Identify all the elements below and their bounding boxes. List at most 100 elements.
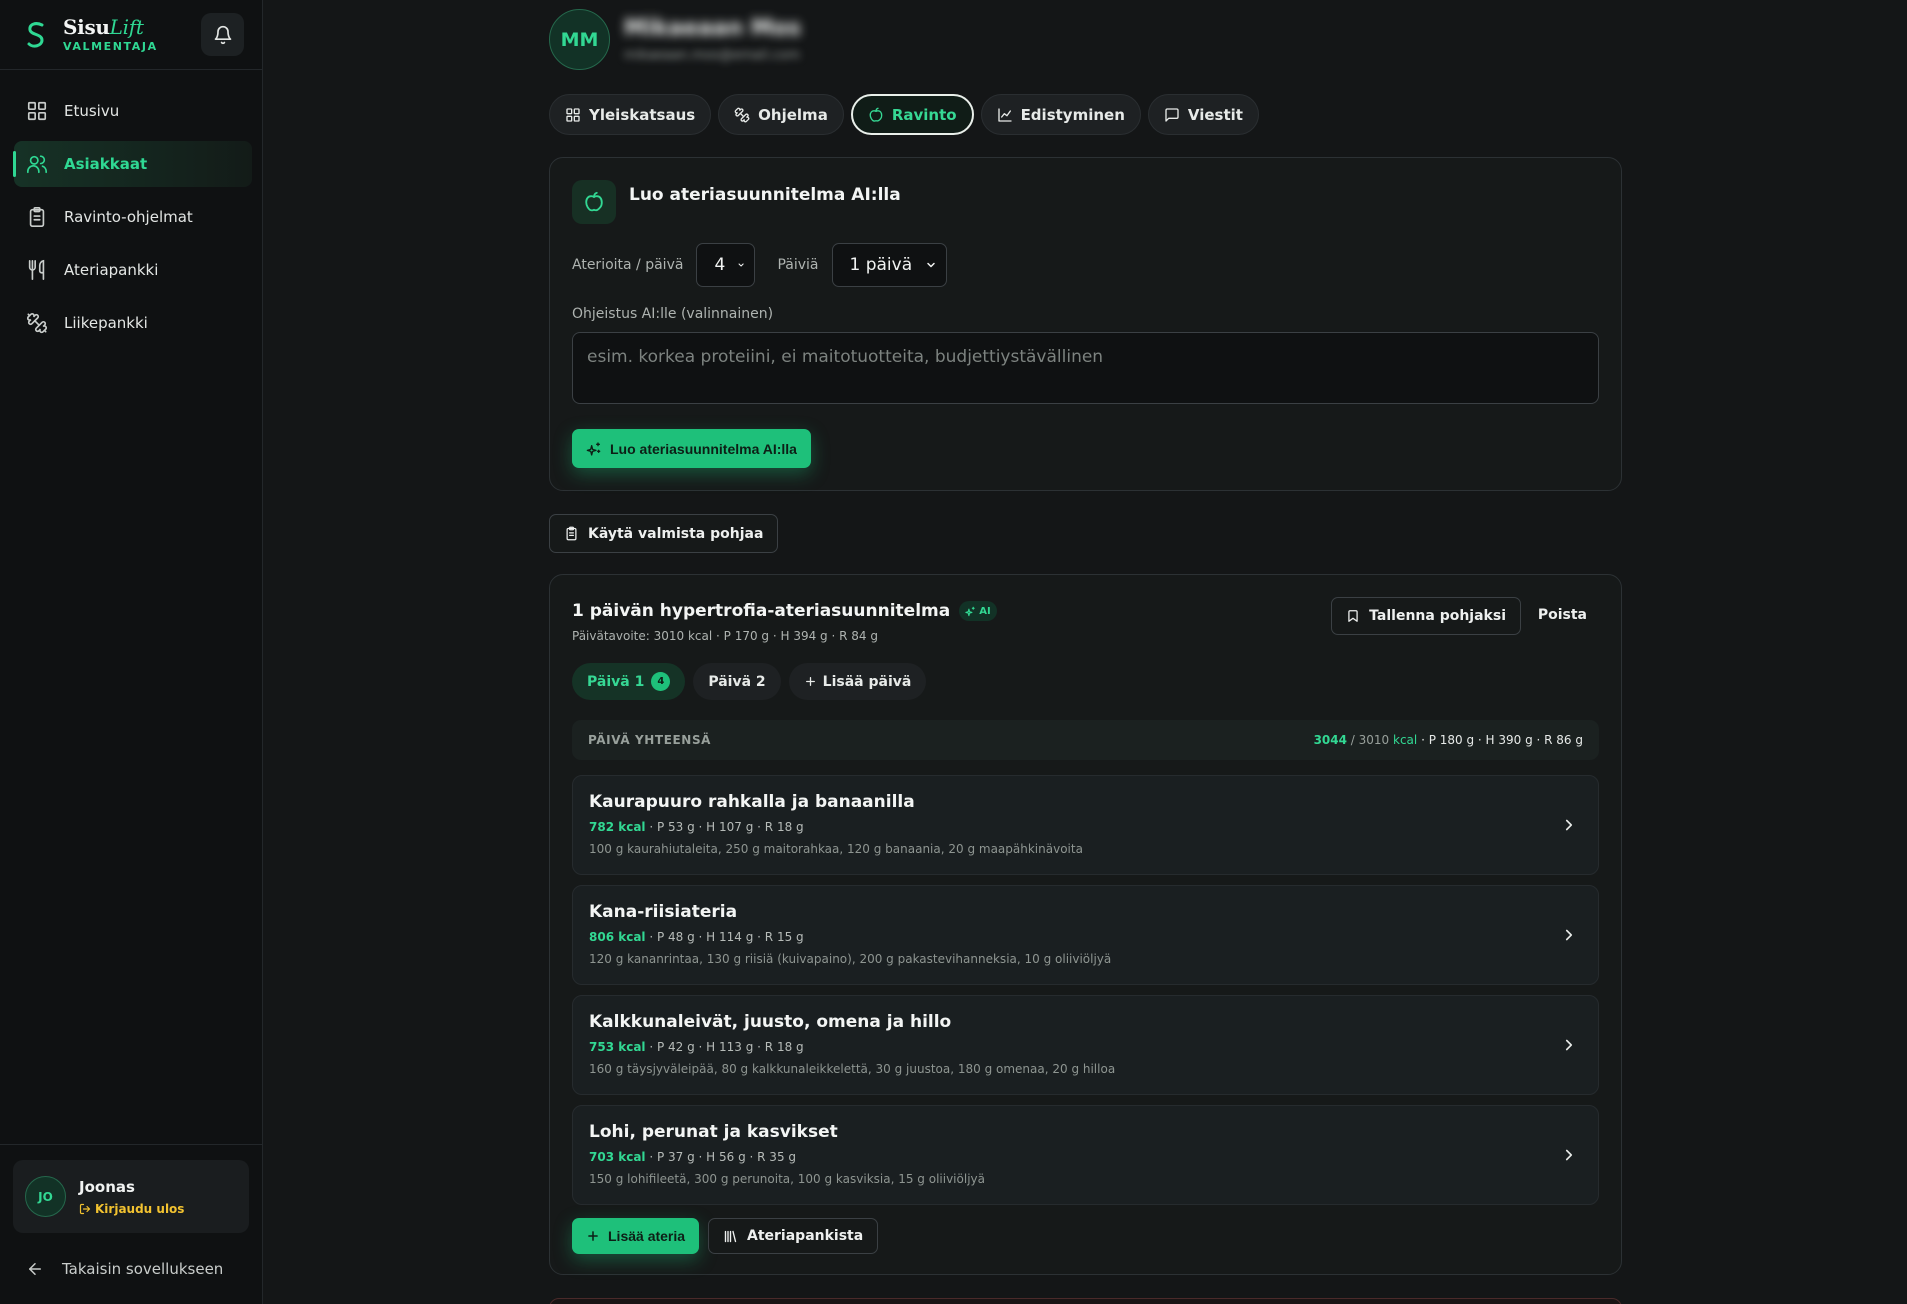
users-icon (27, 155, 47, 174)
meal-count-badge: 4 (651, 672, 671, 691)
brand-subtitle: VALMENTAJA (63, 40, 158, 53)
tab-ohjelma[interactable]: Ohjelma (718, 94, 844, 135)
client-tabs: Yleiskatsaus Ohjelma Ravinto Edistyminen… (549, 94, 1259, 135)
brand: SisuLift VALMENTAJA (0, 0, 262, 70)
day-total-bar: PÄIVÄ YHTEENSÄ 3044 / 3010 kcal · P 180 … (572, 720, 1599, 760)
avatar: JO (25, 1176, 66, 1217)
meal-macros: 806 kcal · P 48 g · H 114 g · R 15 g (589, 930, 804, 944)
meal-ingredients: 150 g lohifileetä, 300 g perunoita, 100 … (589, 1172, 985, 1186)
tab-day-1[interactable]: Päivä 1 4 (572, 663, 686, 700)
clipboard-icon (29, 207, 45, 227)
bell-icon (214, 25, 231, 44)
meal-macros: 703 kcal · P 37 g · H 56 g · R 35 g (589, 1150, 797, 1164)
logo-icon (27, 21, 44, 48)
meal-name: Kalkkunaleivät, juusto, omena ja hillo (589, 1012, 952, 1032)
brand-name: SisuLift (63, 15, 144, 39)
tab-viestit[interactable]: Viestit (1147, 94, 1259, 135)
user-card: JO Joonas Kirjaudu ulos (13, 1160, 249, 1233)
meal-macros: 782 kcal · P 53 g · H 107 g · R 18 g (589, 820, 804, 834)
day-total-values: 3044 / 3010 kcal · P 180 g · H 390 g · R… (1313, 733, 1583, 747)
ai-generator-title: Luo ateriasuunnitelma AI:lla (629, 185, 901, 205)
tab-edistyminen[interactable]: Edistyminen (980, 94, 1141, 135)
meal-item[interactable]: Kana-riisiateria 806 kcal · P 48 g · H 1… (572, 885, 1599, 985)
sidebar-item-label: Ateriapankki (64, 261, 159, 279)
library-icon (724, 1230, 737, 1242)
plan-title: 1 päivän hypertrofia-ateriasuunnitelma (572, 601, 951, 621)
grid-icon (27, 101, 47, 121)
ai-prompt-label: Ohjeistus AI:lle (valinnainen) (572, 306, 774, 322)
arrow-left-icon (29, 1263, 41, 1275)
sidebar-item-label: Liikepankki (64, 314, 148, 332)
meal-macros: 753 kcal · P 42 g · H 113 g · R 18 g (589, 1040, 804, 1054)
meal-name: Lohi, perunat ja kasvikset (589, 1122, 838, 1142)
chevron-right-icon (1565, 929, 1573, 941)
days-select[interactable]: 1 päivä (831, 243, 947, 287)
sparkles-icon (965, 606, 975, 616)
dumbbell-icon (734, 107, 750, 122)
add-day-button[interactable]: Lisää päivä (788, 663, 927, 700)
tab-day-2[interactable]: Päivä 2 (693, 663, 781, 700)
logout-button[interactable]: Kirjaudu ulos (79, 1202, 184, 1216)
sidebar-nav: Etusivu Asiakkaat Ravinto-ohjelmat Ateri… (0, 70, 262, 346)
meal-name: Kaurapuuro rahkalla ja banaanilla (589, 792, 915, 812)
bookmark-icon (1348, 610, 1358, 622)
chevron-right-icon (1565, 1149, 1573, 1161)
meal-ingredients: 160 g täysjyväleipää, 80 g kalkkunaleikk… (589, 1062, 1116, 1076)
daily-target: Päivätavoite: 3010 kcal · P 170 g · H 39… (572, 629, 878, 643)
meal-plan-card: 1 päivän hypertrofia-ateriasuunnitelma A… (549, 574, 1622, 1275)
client-avatar: MM (549, 9, 610, 70)
tab-ravinto[interactable]: Ravinto (850, 94, 974, 135)
sidebar-item-asiakkaat[interactable]: Asiakkaat (13, 141, 252, 187)
meals-per-day-select[interactable]: 4 (696, 243, 756, 287)
save-as-template-button[interactable]: Tallenna pohjaksi (1331, 597, 1521, 635)
utensils-icon (28, 259, 45, 280)
delete-plan-button[interactable]: Poista (1538, 607, 1587, 623)
meal-item[interactable]: Kalkkunaleivät, juusto, omena ja hillo 7… (572, 995, 1599, 1095)
chevron-down-icon (738, 263, 744, 267)
plus-icon (588, 1231, 598, 1241)
ai-meal-plan-generator: Luo ateriasuunnitelma AI:lla Aterioita /… (549, 157, 1622, 491)
user-name: Joonas (79, 1177, 135, 1196)
sidebar-item-label: Asiakkaat (64, 155, 148, 173)
sparkles-icon (586, 441, 601, 456)
clipboard-icon (566, 526, 577, 541)
days-label: Päiviä (777, 257, 819, 273)
dumbbell-icon (27, 313, 47, 334)
sidebar-item-label: Ravinto-ohjelmat (64, 208, 193, 226)
back-to-app-link[interactable]: Takaisin sovellukseen (26, 1260, 262, 1278)
chevron-down-icon (926, 262, 935, 268)
sidebar: SisuLift VALMENTAJA Etusivu Asiakkaat Ra… (0, 0, 263, 1304)
sidebar-item-liikepankki[interactable]: Liikepankki (14, 300, 252, 346)
add-meal-button[interactable]: Lisää ateria (572, 1218, 700, 1254)
ai-prompt-input[interactable] (572, 332, 1599, 404)
use-template-button[interactable]: Käytä valmista pohjaa (549, 514, 779, 553)
message-icon (1165, 107, 1179, 122)
chevron-right-icon (1565, 819, 1573, 831)
tab-yleiskatsaus[interactable]: Yleiskatsaus (549, 94, 712, 135)
line-chart-icon (997, 107, 1012, 122)
sidebar-item-ravinto-ohjelmat[interactable]: Ravinto-ohjelmat (14, 194, 252, 240)
meals-per-day-label: Aterioita / päivä (572, 257, 684, 273)
sidebar-footer: JO Joonas Kirjaudu ulos Takaisin sovellu… (0, 1144, 262, 1278)
sidebar-item-etusivu[interactable]: Etusivu (14, 88, 252, 134)
apple-icon (572, 180, 616, 224)
chevron-right-icon (1565, 1039, 1573, 1051)
generate-plan-button[interactable]: Luo ateriasuunnitelma AI:lla (572, 429, 811, 468)
meal-item[interactable]: Kaurapuuro rahkalla ja banaanilla 782 kc… (572, 775, 1599, 875)
client-email: mikaeaan.mos@email.com (624, 48, 800, 63)
meal-ingredients: 120 g kananrintaa, 130 g riisiä (kuivapa… (589, 952, 1112, 966)
day-total-label: PÄIVÄ YHTEENSÄ (588, 733, 712, 747)
meal-item[interactable]: Lohi, perunat ja kasvikset 703 kcal · P … (572, 1105, 1599, 1205)
client-name: Mikaeaan Mos (624, 16, 801, 41)
ai-badge: AI (959, 601, 997, 621)
next-card (549, 1298, 1622, 1304)
apple-icon (869, 107, 883, 122)
meal-ingredients: 100 g kaurahiutaleita, 250 g maitorahkaa… (589, 842, 1083, 856)
sidebar-item-ateriapankki[interactable]: Ateriapankki (14, 247, 252, 293)
notifications-button[interactable] (201, 13, 244, 56)
sidebar-item-label: Etusivu (64, 102, 120, 120)
grid-icon (566, 107, 580, 122)
day-tabs: Päivä 1 4 Päivä 2 Lisää päivä (572, 663, 927, 700)
from-meal-bank-button[interactable]: Ateriapankista (708, 1218, 879, 1254)
plus-icon (805, 677, 815, 686)
